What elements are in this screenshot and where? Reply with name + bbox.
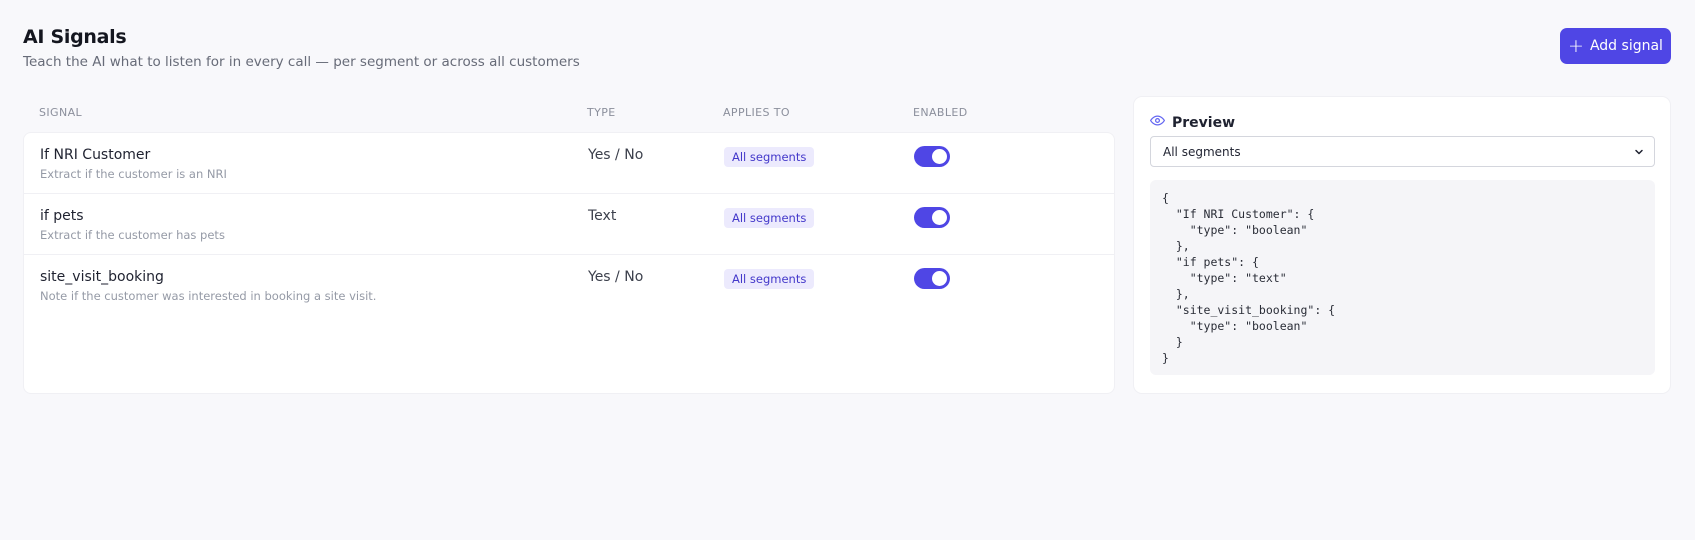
table-header: SIGNAL TYPE APPLIES TO ENABLED [23,94,1115,132]
plus-icon: + [1568,34,1584,57]
add-signal-label: Add signal [1589,38,1663,54]
signal-type: Yes / No [588,147,644,163]
enabled-toggle[interactable] [914,146,950,167]
page-header: AI Signals Teach the AI what to listen f… [23,26,580,70]
signal-description: Extract if the customer has pets [40,228,225,242]
add-signal-button[interactable]: + Add signal [1560,28,1671,64]
signal-name: site_visit_booking [40,269,164,285]
applies-to-badge: All segments [724,208,815,228]
preview-title: Preview [1172,114,1236,131]
json-preview: { "If NRI Customer": { "type": "boolean"… [1150,180,1655,375]
toggle-knob [932,149,947,164]
table-row[interactable]: If NRI Customer Extract if the customer … [24,133,1114,194]
applies-to-badge: All segments [724,269,815,289]
page-subtitle: Teach the AI what to listen for in every… [23,54,580,70]
signal-description: Extract if the customer is an NRI [40,167,227,181]
signal-description: Note if the customer was interested in b… [40,289,377,303]
column-header-applies-to: APPLIES TO [723,106,790,119]
json-preview-text: { "If NRI Customer": { "type": "boolean"… [1162,191,1336,365]
chevron-down-icon [1633,146,1645,161]
signals-table: SIGNAL TYPE APPLIES TO ENABLED If NRI Cu… [23,94,1115,394]
preview-header: Preview [1150,113,1235,132]
column-header-enabled: ENABLED [913,106,968,119]
signal-name: If NRI Customer [40,147,151,163]
signal-type: Yes / No [588,269,644,285]
table-body: If NRI Customer Extract if the customer … [23,132,1115,394]
segment-select-value: All segments [1163,144,1241,159]
toggle-knob [932,271,947,286]
enabled-toggle[interactable] [914,268,950,289]
toggle-knob [932,210,947,225]
column-header-type: TYPE [587,106,616,119]
page-title: AI Signals [23,26,127,48]
signal-type: Text [588,208,617,224]
table-row[interactable]: site_visit_booking Note if the customer … [24,255,1114,316]
eye-icon [1150,113,1165,132]
segment-select[interactable]: All segments [1150,136,1655,167]
signal-name: if pets [40,208,84,224]
enabled-toggle[interactable] [914,207,950,228]
applies-to-badge: All segments [724,147,815,167]
preview-panel: Preview All segments { "If NRI Customer"… [1133,96,1671,394]
table-row[interactable]: if pets Extract if the customer has pets… [24,194,1114,255]
column-header-signal: SIGNAL [39,106,83,119]
